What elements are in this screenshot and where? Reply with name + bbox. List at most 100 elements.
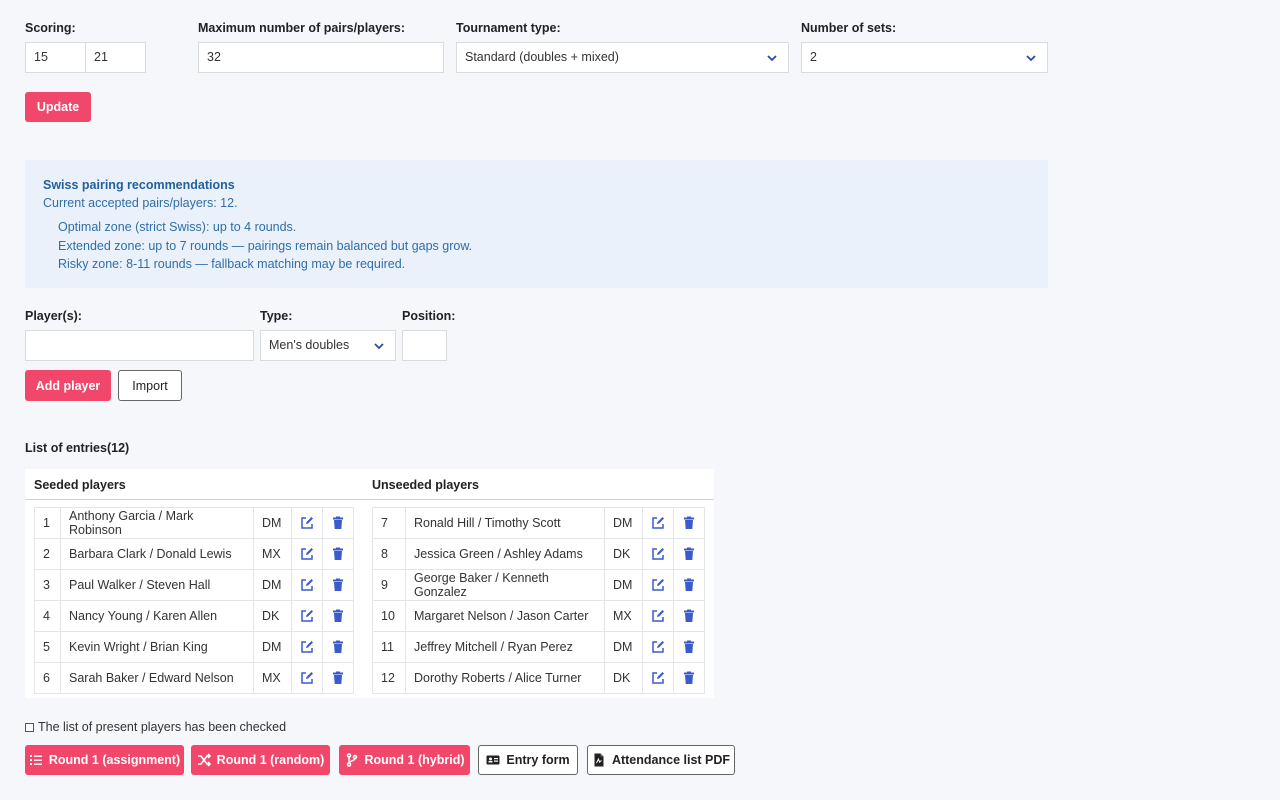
scoring-label: Scoring:: [25, 21, 76, 35]
entry-name: Margaret Nelson / Jason Carter: [405, 600, 605, 632]
delete-button[interactable]: [322, 538, 354, 570]
swiss-line-extended: Extended zone: up to 7 rounds — pairings…: [58, 239, 473, 253]
sets-select[interactable]: 2: [801, 42, 1048, 73]
chevron-down-icon: [1026, 55, 1036, 62]
edit-icon: [300, 671, 314, 685]
entry-name: George Baker / Kenneth Gonzalez: [405, 569, 605, 601]
git-branch-icon: [346, 753, 357, 767]
table-row: 1 Anthony Garcia / Mark Robinson DM: [34, 507, 354, 539]
shuffle-icon: [197, 753, 211, 767]
entry-type: DM: [604, 507, 643, 539]
delete-button[interactable]: [673, 538, 705, 570]
attendance-pdf-button[interactable]: Attendance list PDF: [587, 745, 735, 775]
max-players-label: Maximum number of pairs/players:: [198, 21, 406, 35]
edit-button[interactable]: [642, 538, 674, 570]
round-random-label: Round 1 (random): [216, 753, 325, 767]
edit-button[interactable]: [642, 600, 674, 632]
players-label: Player(s):: [25, 309, 82, 323]
delete-button[interactable]: [673, 507, 705, 539]
edit-icon: [651, 547, 665, 561]
delete-button[interactable]: [322, 662, 354, 694]
swiss-recommendations-box: Swiss pairing recommendations Current ac…: [25, 160, 1048, 288]
entry-name: Jeffrey Mitchell / Ryan Perez: [405, 631, 605, 663]
entry-name: Anthony Garcia / Mark Robinson: [60, 507, 254, 539]
scoring-a-input[interactable]: 15: [25, 42, 86, 73]
seeded-table: 1 Anthony Garcia / Mark Robinson DM 2 Barbar…: [34, 507, 354, 694]
round-assignment-label: Round 1 (assignment): [48, 753, 181, 767]
trash-icon: [682, 547, 696, 561]
type-select[interactable]: Men's doubles: [260, 330, 396, 361]
entry-position: 5: [34, 631, 61, 663]
tournament-type-select[interactable]: Standard (doubles + mixed): [456, 42, 789, 73]
type-value: Men's doubles: [269, 338, 350, 352]
unseeded-table: 7 Ronald Hill / Timothy Scott DM 8 Jessica G…: [372, 507, 705, 694]
swiss-line-risky: Risky zone: 8-11 rounds — fallback match…: [58, 257, 406, 271]
trash-icon: [331, 578, 345, 592]
edit-button[interactable]: [291, 631, 323, 663]
entry-form-button[interactable]: Entry form: [478, 745, 578, 775]
trash-icon: [682, 671, 696, 685]
edit-button[interactable]: [642, 662, 674, 694]
round-hybrid-button[interactable]: Round 1 (hybrid): [339, 745, 470, 775]
edit-button[interactable]: [291, 662, 323, 694]
round-assignment-button[interactable]: Round 1 (assignment): [25, 745, 184, 775]
table-row: 11 Jeffrey Mitchell / Ryan Perez DM: [372, 631, 705, 663]
edit-button[interactable]: [642, 569, 674, 601]
entries-panel: Seeded players Unseeded players 1 Anthony…: [25, 469, 714, 698]
import-button[interactable]: Import: [118, 370, 182, 401]
delete-button[interactable]: [322, 507, 354, 539]
edit-button[interactable]: [291, 507, 323, 539]
trash-icon: [331, 547, 345, 561]
edit-icon: [300, 609, 314, 623]
edit-button[interactable]: [642, 507, 674, 539]
entry-position: 11: [372, 631, 406, 663]
delete-button[interactable]: [673, 631, 705, 663]
delete-button[interactable]: [322, 569, 354, 601]
position-input[interactable]: [402, 330, 447, 361]
entry-type: DK: [253, 600, 292, 632]
sets-value: 2: [810, 50, 817, 64]
entry-position: 8: [372, 538, 406, 570]
entry-position: 6: [34, 662, 61, 694]
list-ordered-icon: [29, 755, 42, 765]
entry-name: Ronald Hill / Timothy Scott: [405, 507, 605, 539]
edit-button[interactable]: [642, 631, 674, 663]
table-row: 2 Barbara Clark / Donald Lewis MX: [34, 538, 354, 570]
update-button[interactable]: Update: [25, 92, 91, 122]
entry-position: 12: [372, 662, 406, 694]
entry-type: DM: [253, 507, 292, 539]
entry-name: Dorothy Roberts / Alice Turner: [405, 662, 605, 694]
trash-icon: [331, 640, 345, 654]
entry-position: 10: [372, 600, 406, 632]
seeded-header: Seeded players: [34, 478, 126, 492]
players-input[interactable]: [25, 330, 254, 361]
scoring-b-input[interactable]: 21: [85, 42, 146, 73]
edit-button[interactable]: [291, 569, 323, 601]
edit-icon: [300, 578, 314, 592]
delete-button[interactable]: [673, 662, 705, 694]
position-label: Position:: [402, 309, 456, 323]
table-row: 3 Paul Walker / Steven Hall DM: [34, 569, 354, 601]
delete-button[interactable]: [322, 600, 354, 632]
entry-position: 9: [372, 569, 406, 601]
delete-button[interactable]: [322, 631, 354, 663]
type-label: Type:: [260, 309, 293, 323]
entry-name: Nancy Young / Karen Allen: [60, 600, 254, 632]
entries-title: List of entries(12): [25, 441, 130, 455]
max-players-input[interactable]: 32: [198, 42, 444, 73]
entry-type: DM: [604, 569, 643, 601]
trash-icon: [682, 516, 696, 530]
edit-button[interactable]: [291, 600, 323, 632]
add-player-button[interactable]: Add player: [25, 370, 111, 401]
entry-position: 4: [34, 600, 61, 632]
present-checkbox[interactable]: [25, 722, 34, 732]
round-random-button[interactable]: Round 1 (random): [191, 745, 330, 775]
delete-button[interactable]: [673, 569, 705, 601]
edit-icon: [651, 609, 665, 623]
entry-name: Kevin Wright / Brian King: [60, 631, 254, 663]
delete-button[interactable]: [673, 600, 705, 632]
unseeded-header: Unseeded players: [372, 478, 479, 492]
present-check-row: The list of present players has been che…: [25, 720, 286, 734]
edit-button[interactable]: [291, 538, 323, 570]
edit-icon: [300, 640, 314, 654]
